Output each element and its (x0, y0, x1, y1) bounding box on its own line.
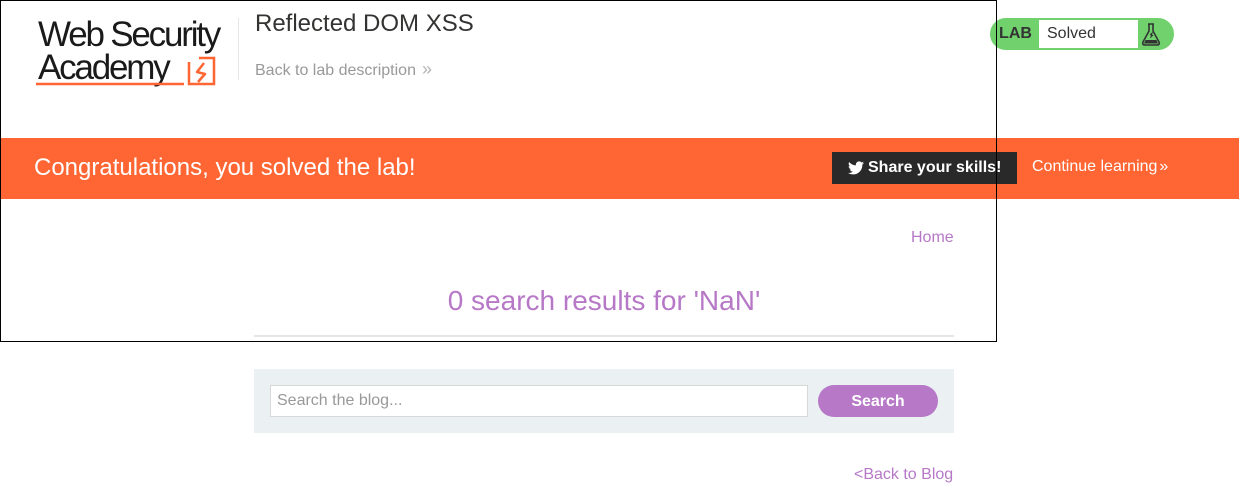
lab-status-widget: LAB Solved (990, 18, 1174, 50)
search-form: Search (254, 369, 954, 433)
back-to-lab-description-link[interactable]: Back to lab description » (255, 59, 432, 80)
heading-divider (254, 335, 954, 337)
double-chevron-right-icon: » (421, 59, 432, 79)
header-divider (238, 18, 239, 80)
logo-bolt-icon (36, 56, 216, 86)
continue-learning-link[interactable]: Continue learning» (1032, 158, 1168, 176)
flask-icon (1141, 23, 1161, 46)
twitter-icon (848, 161, 864, 175)
lab-title: Reflected DOM XSS (255, 10, 474, 37)
continue-learning-label: Continue learning (1032, 158, 1158, 175)
lab-status-value: Solved (1039, 20, 1138, 48)
page: Web Security Academy Reflected DOM XSS B… (0, 0, 1239, 501)
home-link[interactable]: Home (911, 229, 954, 247)
web-security-academy-logo[interactable]: Web Security Academy (34, 16, 239, 90)
search-input[interactable] (270, 385, 808, 417)
congratulations-message: Congratulations, you solved the lab! (34, 154, 416, 181)
search-results-heading: 0 search results for 'NaN' (447, 285, 761, 316)
double-chevron-right-icon: » (1159, 158, 1169, 175)
share-skills-label: Share your skills! (868, 159, 1002, 176)
solved-notification-banner: Congratulations, you solved the lab! Sha… (0, 138, 1239, 199)
search-button[interactable]: Search (818, 385, 938, 417)
back-to-blog-link[interactable]: <Back to Blog (854, 466, 953, 484)
lab-status-label: LAB (999, 25, 1032, 42)
back-to-lab-description-label: Back to lab description (255, 62, 416, 79)
share-skills-button[interactable]: Share your skills! (832, 152, 1017, 184)
